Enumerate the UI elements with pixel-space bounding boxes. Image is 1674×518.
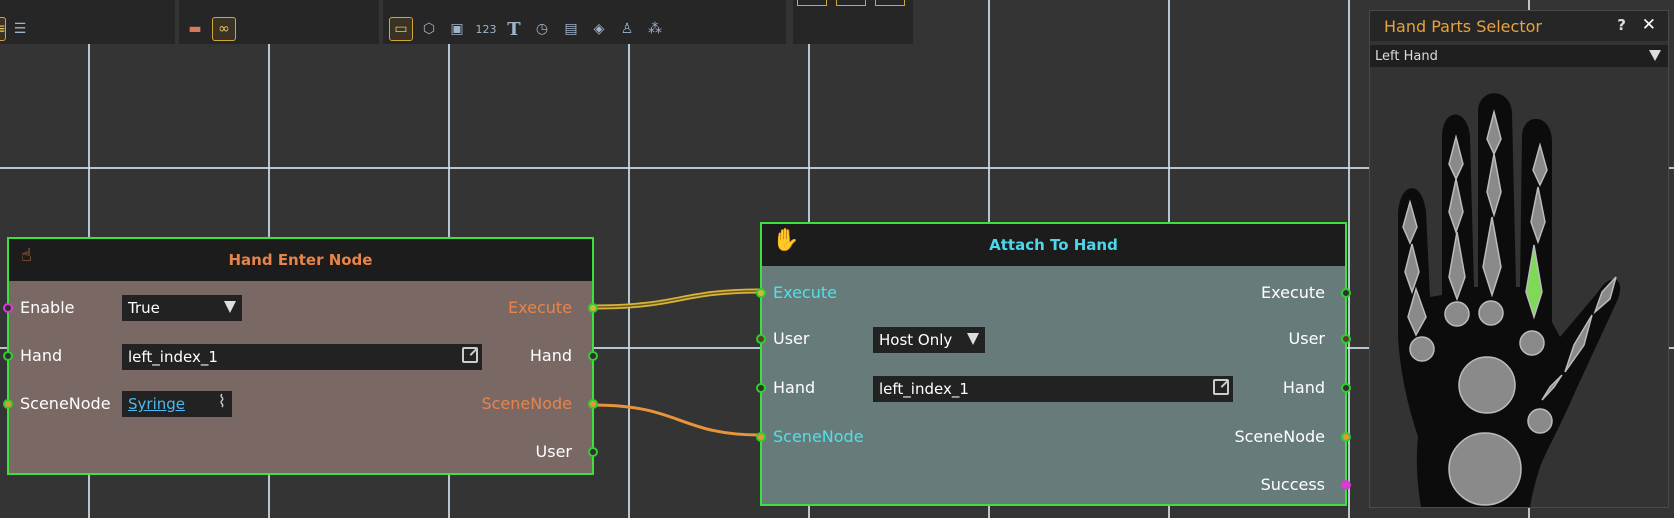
chevron-down-icon — [967, 333, 979, 345]
user-output-port[interactable] — [588, 447, 598, 457]
user-output-label: User — [535, 442, 572, 461]
enable-value: True — [128, 299, 160, 317]
middle-knuckle-part[interactable] — [1478, 300, 1504, 326]
chevron-down-icon — [224, 301, 236, 313]
node-body: Execute User Hand SceneNode Host Only le… — [756, 266, 1351, 504]
execute-input-port[interactable] — [756, 288, 766, 298]
palm-part[interactable] — [1458, 356, 1516, 414]
node-header[interactable]: Hand Enter Node ☝ — [9, 239, 592, 281]
scenenode-label: SceneNode — [20, 394, 111, 413]
scenenode-input-port[interactable] — [3, 399, 13, 409]
user-output-port[interactable] — [1341, 334, 1351, 344]
user-input-port[interactable] — [756, 334, 766, 344]
node-body: Enable Hand SceneNode True left_index_1 … — [3, 281, 598, 473]
hand-side-dropdown[interactable]: Left Hand — [1370, 45, 1668, 67]
hand-label: Hand — [20, 346, 63, 365]
close-button[interactable]: ✕ — [1642, 15, 1656, 35]
execute-output-label: Execute — [1261, 283, 1325, 302]
success-output-port[interactable] — [1341, 480, 1351, 490]
hand-enter-node[interactable]: Hand Enter Node ☝ Enable Hand SceneNode … — [3, 237, 598, 475]
scenenode-input-label: SceneNode — [773, 427, 864, 446]
user-input-label: User — [773, 329, 810, 348]
hand-value: left_index_1 — [879, 380, 969, 398]
scenenode-output-label: SceneNode — [481, 394, 572, 413]
node-title: Hand Enter Node — [228, 251, 373, 269]
user-dropdown[interactable]: Host Only — [873, 327, 985, 353]
hand-value: left_index_1 — [128, 348, 218, 366]
wire-scenenode — [593, 403, 761, 437]
edit-icon[interactable] — [1213, 379, 1229, 395]
success-output-label: Success — [1260, 475, 1325, 494]
execute-input-label: Execute — [773, 283, 837, 302]
hand-input-port[interactable] — [3, 351, 13, 361]
panel-title: Hand Parts Selector — [1384, 16, 1542, 36]
hand-output-label: Hand — [1282, 378, 1325, 397]
help-button[interactable]: ? — [1617, 16, 1626, 34]
panel-titlebar[interactable]: Hand Parts Selector ? ✕ — [1370, 11, 1668, 41]
scenenode-output-port[interactable] — [588, 399, 598, 409]
wrist-part[interactable] — [1448, 432, 1522, 506]
user-output-label: User — [1288, 329, 1325, 348]
hand-input-label: Hand — [773, 378, 816, 397]
enable-dropdown[interactable]: True — [122, 295, 242, 321]
hand-diagram — [1398, 93, 1620, 507]
hand-input[interactable]: left_index_1 — [873, 376, 1233, 402]
attach-to-hand-node[interactable]: Attach To Hand ✋ Execute User Hand Scene… — [756, 222, 1351, 506]
scenenode-field[interactable]: Syringe ⌇ — [122, 391, 232, 417]
index-knuckle-part[interactable] — [1519, 330, 1545, 356]
hand-grab-icon: ✋ — [772, 228, 800, 253]
scenenode-input-port[interactable] — [756, 432, 766, 442]
scenenode-link[interactable]: Syringe — [128, 395, 185, 413]
execute-output-port[interactable] — [1341, 288, 1351, 298]
hand-parts-selector-panel: Hand Parts Selector ? ✕ Left Hand — [1369, 10, 1669, 508]
chevron-down-icon — [1649, 50, 1661, 61]
hand-side-value: Left Hand — [1375, 48, 1438, 64]
hand-output-label: Hand — [529, 346, 572, 365]
enable-label: Enable — [20, 298, 75, 317]
ring-knuckle-part[interactable] — [1444, 301, 1470, 327]
user-value: Host Only — [879, 331, 953, 349]
hand-output-port[interactable] — [1341, 383, 1351, 393]
hand-input-port[interactable] — [756, 383, 766, 393]
pinky-knuckle-part[interactable] — [1409, 336, 1435, 362]
node-header[interactable]: Attach To Hand ✋ — [762, 224, 1345, 266]
execute-output-port[interactable] — [588, 303, 598, 313]
edit-icon[interactable] — [462, 347, 478, 363]
enable-input-port[interactable] — [3, 303, 13, 313]
hand-touch-icon: ☝ — [21, 245, 32, 266]
hand-input[interactable]: left_index_1 — [122, 344, 482, 370]
scenenode-output-port[interactable] — [1341, 432, 1351, 442]
hand-output-port[interactable] — [588, 351, 598, 361]
execute-output-label: Execute — [508, 298, 572, 317]
node-title: Attach To Hand — [989, 236, 1118, 254]
thumb-knuckle-part[interactable] — [1527, 408, 1553, 434]
scenenode-output-label: SceneNode — [1234, 427, 1325, 446]
paperclip-icon[interactable]: ⌇ — [218, 392, 226, 412]
